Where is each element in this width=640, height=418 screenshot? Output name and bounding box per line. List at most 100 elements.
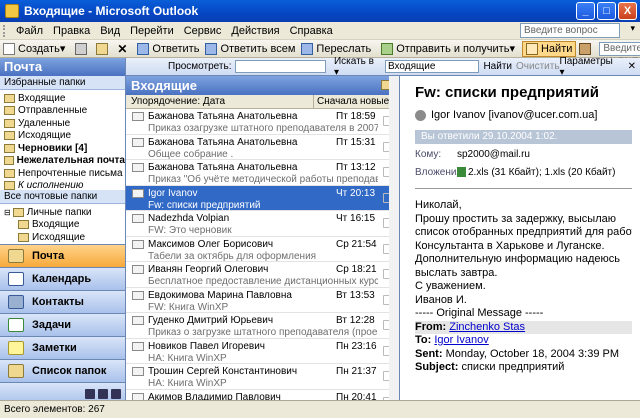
folder-sent[interactable]: Отправленные xyxy=(4,105,125,118)
close-button[interactable]: X xyxy=(618,2,637,20)
forward-button[interactable]: Переслать xyxy=(298,41,374,57)
message-row[interactable]: Иванян Георгий Олегович Ср 18:21 Бесплатно… xyxy=(126,262,399,288)
send-receive-icon xyxy=(381,42,394,55)
message-time: Чт 16:15 xyxy=(336,213,376,224)
find-now-button[interactable]: Найти xyxy=(483,61,512,72)
envelope-icon xyxy=(132,265,144,274)
shortcuts-icon[interactable] xyxy=(85,388,95,399)
message-row[interactable]: Максимов Олег Борисович Ср 21:54 Табели за… xyxy=(126,237,399,262)
configure-buttons-icon[interactable] xyxy=(111,388,121,399)
message-from: Nadezhda Volpian xyxy=(148,213,230,224)
search-folder-icon xyxy=(4,168,15,178)
status-bar: Всего элементов: 267 xyxy=(0,400,640,418)
journal-icon[interactable] xyxy=(98,388,108,399)
message-sender[interactable]: Igor Ivanov [ivanov@ucer.com.ua] xyxy=(401,106,640,124)
ask-dropdown-icon[interactable]: ▾ xyxy=(630,23,635,34)
folder-followup[interactable]: К исполнению xyxy=(4,180,125,190)
body-line: список отобранных предприятий для работы xyxy=(415,226,632,238)
menu-tools[interactable]: Сервис xyxy=(179,25,227,37)
look-for-input[interactable] xyxy=(235,60,326,73)
folder-junk[interactable]: Нежелательная почта xyxy=(4,155,125,168)
message-from: Максимов Олег Борисович xyxy=(148,238,274,250)
ask-question-input[interactable]: Введите вопрос xyxy=(520,23,620,38)
menu-actions[interactable]: Действия xyxy=(226,25,284,37)
options-dropdown[interactable]: Параметры ▾ xyxy=(560,56,620,78)
maximize-button[interactable]: □ xyxy=(597,2,616,20)
nav-folder-list-button[interactable]: Список папок xyxy=(0,359,125,382)
find-button[interactable]: Найти xyxy=(521,40,577,57)
message-row[interactable]: Бажанова Татьяна Анатольевна Пт 13:12 Прик… xyxy=(126,160,399,186)
envelope-icon xyxy=(132,214,144,223)
message-row[interactable]: Акимов Владимир Павлович Пн 20:41 xyxy=(126,390,399,400)
search-folder-icon xyxy=(4,181,15,190)
move-button[interactable] xyxy=(93,41,114,57)
menu-go[interactable]: Перейти xyxy=(125,25,179,37)
nav-mail-button[interactable]: Почта xyxy=(0,244,125,267)
nav-notes-button[interactable]: Заметки xyxy=(0,336,125,359)
close-find-icon[interactable]: ✕ xyxy=(628,61,636,72)
collapse-icon[interactable]: ⊟ xyxy=(4,208,11,217)
message-time: Вт 13:53 xyxy=(336,289,375,301)
info-bar[interactable]: Вы ответили 29.10.2004 1:02. xyxy=(415,130,632,144)
message-row[interactable]: Igor Ivanov Чт 20:13 Fw: списки предприяти… xyxy=(126,185,399,211)
clear-button[interactable]: Очистить xyxy=(516,61,560,72)
send-receive-button[interactable]: Отправить и получить ▾ xyxy=(378,41,518,57)
message-from: Igor Ivanov xyxy=(148,187,198,199)
orig-to-link[interactable]: Igor Ivanov xyxy=(434,334,488,346)
tree-inbox[interactable]: Входящие xyxy=(4,219,125,232)
orig-from-link[interactable]: Zinchenko Stas xyxy=(449,321,525,333)
message-time: Пт 15:31 xyxy=(336,136,376,148)
contacts-icon xyxy=(8,295,24,309)
menu-help[interactable]: Справка xyxy=(285,25,338,37)
folder-icon xyxy=(4,156,14,166)
nav-calendar-button[interactable]: Календарь xyxy=(0,267,125,290)
message-subject-preview: НА: Книга WinXP xyxy=(148,378,227,389)
message-row[interactable]: Трошин Сергей Константинович Пн 21:37 НА: … xyxy=(126,364,399,390)
message-row[interactable]: Евдокимова Марина Павловна Вт 13:53 FW: Кн… xyxy=(126,288,399,313)
body-line: С уважением. xyxy=(415,280,486,292)
message-from: Иванян Георгий Олегович xyxy=(148,264,269,275)
sort-order-column[interactable]: Сначала новые xyxy=(313,95,399,108)
body-line: Николай, xyxy=(415,199,462,211)
reply-button[interactable]: Ответить xyxy=(134,41,202,57)
nav-tasks-button[interactable]: Задачи xyxy=(0,313,125,336)
reply-all-button[interactable]: Ответить всем xyxy=(202,41,298,57)
message-from: Гуденко Дмитрий Юрьевич xyxy=(148,315,274,326)
folder-unread[interactable]: Непрочтенные письма xyxy=(4,167,125,180)
envelope-icon xyxy=(132,112,144,121)
folder-deleted[interactable]: Удаленные xyxy=(4,117,125,130)
nav-header: Почта xyxy=(0,58,125,76)
menu-grip xyxy=(3,24,7,37)
menu-view[interactable]: Вид xyxy=(95,25,125,37)
address-book-button[interactable] xyxy=(576,41,597,57)
message-list-scrollbar[interactable] xyxy=(389,76,399,400)
message-row[interactable]: Новиков Павел Игоревич Пн 23:16 НА: Книга … xyxy=(126,339,399,364)
tree-outbox[interactable]: Исходящие xyxy=(4,231,125,244)
message-row[interactable]: Бажанова Татьяна Анатольевна Пт 15:31 Обще… xyxy=(126,135,399,160)
delete-button[interactable]: ✕ xyxy=(114,41,130,57)
print-button[interactable] xyxy=(72,41,93,57)
new-button[interactable]: Создать ▾ xyxy=(0,41,68,57)
folder-icon xyxy=(12,207,24,217)
minimize-button[interactable]: _ xyxy=(576,2,595,20)
search-scope-select[interactable]: Входящие xyxy=(384,60,480,73)
folder-drafts[interactable]: Черновики [4] xyxy=(4,142,125,155)
folder-icon xyxy=(4,106,15,116)
find-contact-input[interactable]: Введите контакт xyxy=(599,41,640,66)
message-row[interactable]: Гуденко Дмитрий Юрьевич Вт 12:28 Приказ о … xyxy=(126,313,399,339)
tree-personal-folders[interactable]: ⊟ Личные папки xyxy=(4,206,125,219)
menu-file[interactable]: Файл xyxy=(11,25,48,37)
folder-inbox[interactable]: Входящие xyxy=(4,92,125,105)
sort-by-column[interactable]: Упорядочение: Дата xyxy=(126,95,313,108)
message-time: Вт 12:28 xyxy=(336,315,375,326)
orig-subject-line: Subject: списки предприятий xyxy=(415,361,565,373)
message-row[interactable]: Nadezhda Volpian Чт 16:15 FW: Это черновик xyxy=(126,211,399,237)
find-bar: Просмотреть: Искать в ▾ Входящие Найти О… xyxy=(126,56,640,78)
message-row[interactable]: Бажанова Татьяна Анатольевна Пт 18:59 Прик… xyxy=(126,109,399,135)
search-in-dropdown[interactable]: Искать в ▾ xyxy=(334,56,381,78)
standard-toolbar: Создать ▾ ✕ Ответить Ответить всем Перес… xyxy=(0,40,640,66)
nav-contacts-button[interactable]: Контакты xyxy=(0,290,125,313)
menu-edit[interactable]: Правка xyxy=(48,25,95,37)
message-list: Входящие Упорядочение: Дата Сначала новы… xyxy=(126,76,400,400)
folder-outbox[interactable]: Исходящие xyxy=(4,130,125,143)
